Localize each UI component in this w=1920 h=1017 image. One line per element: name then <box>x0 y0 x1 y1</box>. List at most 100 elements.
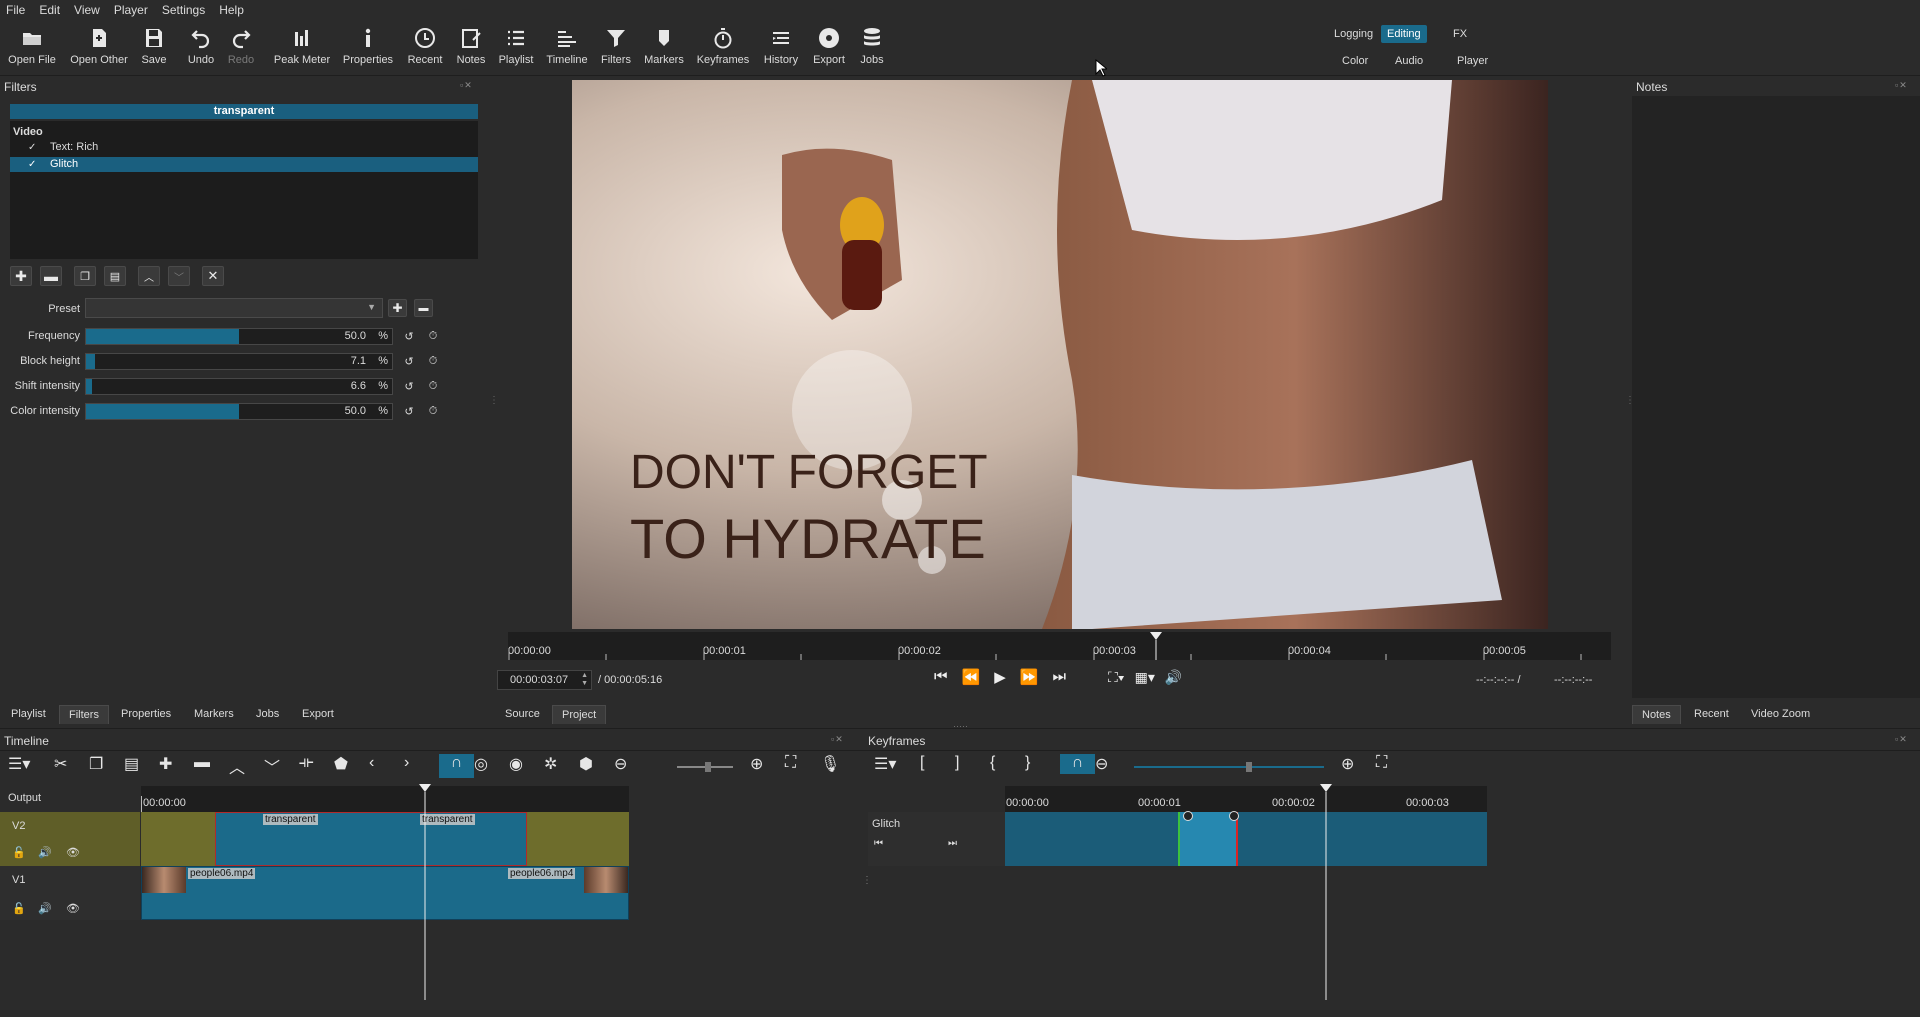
track-v2[interactable]: transparent transparent <box>141 812 629 866</box>
current-time-field[interactable]: 00:00:03:07 ▲ ▼ <box>497 670 592 690</box>
fast-forward-icon[interactable]: ⏩ <box>1020 668 1039 686</box>
scrub-icon[interactable]: ◎ <box>474 754 509 778</box>
tab-jobs[interactable]: Jobs <box>247 705 288 723</box>
lift-icon[interactable]: ︿ <box>229 754 264 778</box>
mute-icon[interactable]: 🔊 <box>38 902 52 915</box>
keyframe-button[interactable]: ⏱ <box>424 352 442 370</box>
eye-icon[interactable]: 👁 <box>66 902 80 915</box>
markers-button[interactable]: Markers <box>634 26 694 66</box>
block-height-slider[interactable]: 7.1 % <box>85 353 393 370</box>
add-filter-button[interactable]: ✚ <box>10 266 32 286</box>
shift-intensity-slider[interactable]: 6.6 % <box>85 378 393 395</box>
splitter-handle[interactable]: ····· <box>953 721 968 731</box>
keyframes-ruler[interactable]: 00:00:00 00:00:01 00:00:02 00:00:03 <box>1005 786 1487 812</box>
zoom-out-icon[interactable]: ⊖ <box>1095 754 1130 774</box>
play-icon[interactable]: ▶ <box>994 668 1006 686</box>
copy-icon[interactable]: ❐ <box>89 754 124 778</box>
paste-icon[interactable]: ▤ <box>124 754 159 778</box>
keyframes-playhead[interactable] <box>1316 782 1336 1002</box>
menu-help[interactable]: Help <box>219 3 244 17</box>
ripple-icon[interactable]: ◉ <box>509 754 544 778</box>
tab-markers[interactable]: Markers <box>185 705 243 723</box>
layout-logging[interactable]: Logging <box>1328 25 1379 43</box>
notes-textarea[interactable] <box>1632 96 1920 698</box>
splitter-handle[interactable]: ⋮ <box>862 875 872 886</box>
overwrite-icon[interactable]: ﹀ <box>264 754 299 778</box>
menu-icon[interactable]: ☰▾ <box>8 754 42 778</box>
previous-marker-icon[interactable]: ‹ <box>369 754 404 778</box>
snap-icon[interactable]: ∩ <box>1060 754 1095 774</box>
viewer-time-ruler[interactable]: 00:00:00 00:00:01 00:00:02 00:00:03 00:0… <box>508 632 1611 660</box>
open-file-button[interactable]: Open File <box>2 26 62 66</box>
mute-icon[interactable]: 🔊 <box>38 846 52 859</box>
keyframe-button[interactable]: ⏱ <box>424 377 442 395</box>
tab-export[interactable]: Export <box>293 705 343 723</box>
remove-filter-button[interactable]: ▬ <box>40 266 62 286</box>
reset-button[interactable]: ↺ <box>400 402 418 420</box>
zoom-out-icon[interactable]: ⊖ <box>614 754 649 778</box>
ripple-all-icon[interactable]: ✲ <box>544 754 579 778</box>
slider-handle[interactable] <box>1246 762 1252 772</box>
tab-video-zoom[interactable]: Video Zoom <box>1742 705 1819 723</box>
timeline-ruler[interactable]: 00:00:00 <box>141 786 629 812</box>
video-viewer[interactable]: DON'T FORGET TO HYDRATE <box>572 80 1548 629</box>
keyframe-button[interactable]: ⏱ <box>424 327 442 345</box>
reset-button[interactable]: ↺ <box>400 377 418 395</box>
append-icon[interactable]: ✚ <box>159 754 194 778</box>
slider-handle[interactable] <box>705 762 711 772</box>
menu-file[interactable]: File <box>6 3 25 17</box>
lock-icon[interactable]: 🔓 <box>12 902 26 915</box>
properties-button[interactable]: Properties <box>338 26 398 66</box>
jobs-button[interactable]: Jobs <box>842 26 902 66</box>
volume-icon[interactable]: 🔊 <box>1165 669 1182 686</box>
menu-view[interactable]: View <box>74 3 100 17</box>
timeline-playhead[interactable] <box>415 782 435 1002</box>
open-other-button[interactable]: Open Other <box>69 26 129 66</box>
preset-dropdown[interactable]: ▼ <box>85 298 383 318</box>
tab-properties[interactable]: Properties <box>112 705 180 723</box>
dock-controls-icon[interactable]: ▫✕ <box>831 734 844 745</box>
previous-keyframe-icon[interactable]: { <box>990 754 1025 774</box>
paste-filter-button[interactable]: ▤ <box>104 266 126 286</box>
layout-player[interactable]: Player <box>1451 52 1494 70</box>
keyframe-button[interactable]: ⏱ <box>424 402 442 420</box>
tab-source[interactable]: Source <box>496 705 549 723</box>
seek-end-icon[interactable]: ] <box>955 754 990 774</box>
reset-button[interactable]: ↺ <box>400 352 418 370</box>
layout-audio[interactable]: Audio <box>1389 52 1429 70</box>
split-icon[interactable]: ⟛ <box>299 754 334 778</box>
cut-icon[interactable]: ✂ <box>54 754 89 778</box>
tab-project[interactable]: Project <box>552 705 607 724</box>
rewind-icon[interactable]: ⏪ <box>962 668 981 686</box>
clip-transparent[interactable]: transparent transparent <box>215 812 527 866</box>
copy-filter-button[interactable]: ❐ <box>74 266 96 286</box>
timeline-zoom-slider[interactable] <box>677 762 733 772</box>
tab-recent[interactable]: Recent <box>1685 705 1738 723</box>
ripple-markers-icon[interactable]: ⬢ <box>579 754 614 778</box>
dock-controls-icon[interactable]: ▫✕ <box>1895 80 1908 91</box>
clip-people06[interactable]: people06.mp4 people06.mp4 <box>141 866 629 920</box>
dock-controls-icon[interactable]: ▫✕ <box>460 80 473 91</box>
filter-enabled-checkbox[interactable]: ✓ <box>28 157 36 172</box>
reset-button[interactable]: ↺ <box>400 327 418 345</box>
layout-color[interactable]: Color <box>1336 52 1374 70</box>
zoom-fit-icon[interactable]: ⛶ <box>1376 754 1411 774</box>
next-keyframe-icon[interactable]: } <box>1025 754 1060 774</box>
filter-enabled-checkbox[interactable]: ✓ <box>28 140 36 155</box>
keyframe-point[interactable] <box>1183 811 1193 821</box>
grid-icon[interactable]: ▦▾ <box>1135 669 1155 686</box>
splitter-handle[interactable]: ⋮ <box>489 395 499 406</box>
next-marker-icon[interactable]: › <box>404 754 439 778</box>
tab-notes[interactable]: Notes <box>1632 705 1681 724</box>
filter-item-text-rich[interactable]: ✓ Text: Rich <box>10 140 478 155</box>
spin-arrows-icon[interactable]: ▲ ▼ <box>581 672 588 688</box>
filter-item-glitch[interactable]: ✓ Glitch <box>10 157 478 172</box>
color-intensity-slider[interactable]: 50.0 % <box>85 403 393 420</box>
layout-editing[interactable]: Editing <box>1381 25 1427 43</box>
keyframes-zoom-slider[interactable] <box>1134 762 1324 772</box>
menu-icon[interactable]: ☰▾ <box>874 754 920 774</box>
next-keyframe-icon[interactable]: ⏭ <box>948 838 957 849</box>
dock-controls-icon[interactable]: ▫✕ <box>1895 734 1908 745</box>
tab-playlist[interactable]: Playlist <box>2 705 55 723</box>
layout-fx[interactable]: FX <box>1447 25 1473 43</box>
